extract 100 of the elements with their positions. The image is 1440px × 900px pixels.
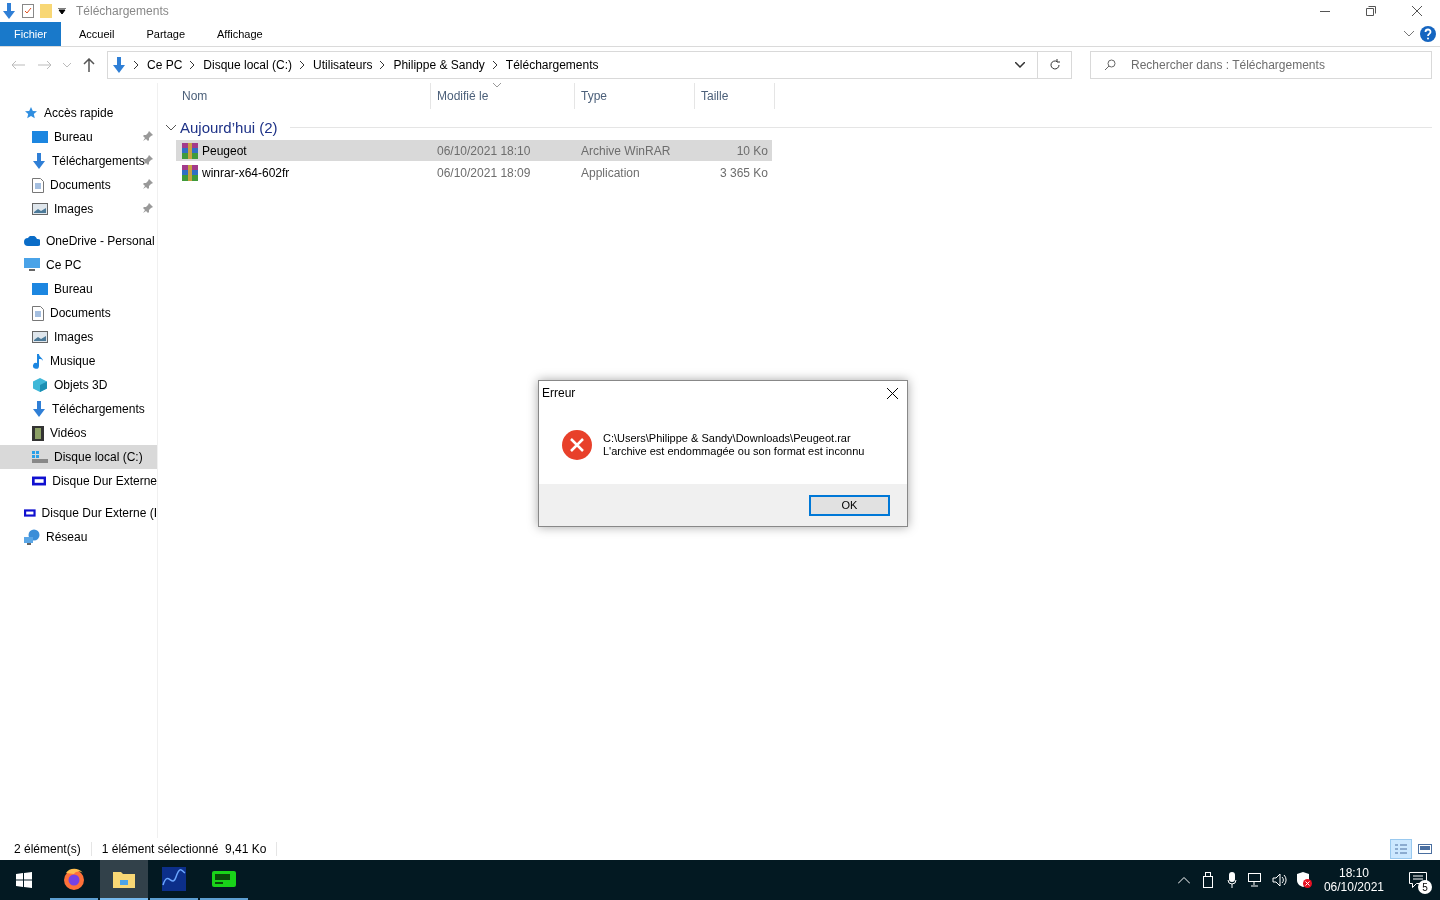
chevron-right-icon bbox=[380, 61, 386, 69]
window-title: Téléchargements bbox=[76, 4, 169, 18]
tree-item[interactable]: Bureau bbox=[0, 125, 157, 149]
back-arrow-icon bbox=[10, 60, 25, 70]
dialog-title: Erreur bbox=[542, 386, 576, 400]
tree-item-label: Accès rapide bbox=[44, 106, 114, 120]
chevron-up-icon bbox=[1177, 876, 1190, 884]
tree-item[interactable]: Accès rapide bbox=[0, 101, 157, 125]
shield-warning-icon bbox=[1295, 872, 1312, 888]
tree-item-label: Disque local (C:) bbox=[54, 450, 143, 464]
fox-globe-icon bbox=[62, 867, 86, 891]
tree-item[interactable]: Bureau bbox=[0, 277, 157, 301]
tree-item[interactable]: OneDrive - Personal bbox=[0, 229, 157, 253]
ribbon-tab[interactable]: Partage bbox=[132, 22, 199, 46]
tree-item-label: Disque Dur Externe bbox=[52, 474, 157, 488]
sort-caret-icon bbox=[493, 83, 501, 88]
tree-item-label: Bureau bbox=[54, 130, 93, 144]
tree-item[interactable]: Disque Dur Externe bbox=[0, 469, 157, 493]
tiles-icon bbox=[1418, 844, 1432, 854]
tree-item[interactable]: Téléchargements bbox=[0, 397, 157, 421]
column-header[interactable]: Taille bbox=[695, 83, 775, 109]
address-bar[interactable]: Ce PC Disque local (C:) Utilisateurs Philippe & Sandy Téléchargements bbox=[107, 51, 1072, 79]
tree-item[interactable]: Musique bbox=[0, 349, 157, 373]
download-arrow-icon bbox=[32, 401, 46, 417]
music-note-icon bbox=[32, 353, 44, 369]
tree-item[interactable]: Objets 3D bbox=[0, 373, 157, 397]
breadcrumb-item[interactable]: Philippe & Sandy bbox=[393, 58, 485, 72]
tree-item[interactable]: Documents bbox=[0, 173, 157, 197]
tree-item-label: Disque Dur Externe (I bbox=[41, 506, 157, 520]
taskbar-app-button[interactable] bbox=[100, 860, 148, 900]
breadcrumb-item[interactable]: Utilisateurs bbox=[313, 58, 373, 72]
tree-item-label: Documents bbox=[50, 306, 111, 320]
tree-item[interactable]: Réseau bbox=[0, 525, 157, 549]
tree-item[interactable]: Téléchargements bbox=[0, 149, 157, 173]
tree-item-label: Images bbox=[54, 330, 94, 344]
desktop-icon bbox=[32, 130, 48, 144]
clock[interactable]: 18:10 06/10/2021 bbox=[1323, 866, 1384, 894]
error-message: L'archive est endommagée ou son format est inconnu bbox=[603, 444, 865, 458]
archive-icon bbox=[182, 142, 198, 159]
folder-icon bbox=[113, 870, 135, 888]
tree-item[interactable]: Ce PC bbox=[0, 253, 157, 277]
column-header[interactable]: Nom bbox=[176, 83, 431, 109]
tree-item[interactable]: Images bbox=[0, 325, 157, 349]
chevron-right-icon bbox=[134, 61, 139, 69]
tree-item-label: Téléchargements bbox=[52, 402, 145, 416]
tree-item-label: Ce PC bbox=[46, 258, 82, 272]
breadcrumb-item[interactable]: Disque local (C:) bbox=[203, 58, 293, 72]
archive-icon bbox=[182, 164, 198, 181]
drive-icon bbox=[32, 451, 48, 463]
checklist-icon bbox=[22, 4, 34, 18]
search-icon bbox=[1104, 59, 1116, 71]
close-icon bbox=[1412, 6, 1422, 16]
tree-item-label: Musique bbox=[50, 354, 96, 368]
microphone-icon bbox=[1226, 872, 1237, 888]
details-list-icon bbox=[1394, 843, 1408, 855]
selection-info: 1 élément sélectionné 9,41 Ko bbox=[101, 842, 278, 856]
chevron-right-icon bbox=[492, 61, 498, 69]
network-icon bbox=[1247, 873, 1264, 887]
size-cell-text: 3 365 Ko bbox=[718, 165, 769, 180]
ribbon-tab[interactable]: Affichage bbox=[203, 22, 277, 46]
tree-item[interactable]: Disque Dur Externe (I bbox=[0, 501, 157, 525]
chevron-right-icon bbox=[300, 61, 306, 69]
tree-item[interactable]: Vidéos bbox=[0, 421, 157, 445]
tree-item-label: Objets 3D bbox=[54, 378, 108, 392]
meter-app-icon bbox=[212, 871, 236, 887]
breadcrumb-item[interactable]: Ce PC bbox=[147, 58, 183, 72]
column-header[interactable]: Modifié le bbox=[431, 83, 575, 109]
ribbon-tab[interactable]: Fichier bbox=[0, 22, 61, 46]
forward-arrow-icon bbox=[37, 60, 52, 70]
chevron-down-icon bbox=[1015, 62, 1025, 68]
tree-item-label: Téléchargements bbox=[52, 154, 145, 168]
cloud-icon bbox=[24, 236, 40, 246]
image-icon bbox=[32, 331, 48, 343]
tree-item[interactable]: Documents bbox=[0, 301, 157, 325]
tree-item[interactable]: Disque local (C:) bbox=[0, 445, 157, 469]
type-cell-text: Application bbox=[580, 165, 641, 180]
desktop-icon bbox=[32, 282, 48, 296]
ok-button[interactable]: OK bbox=[809, 494, 890, 516]
notifications-button[interactable]: 5 bbox=[1400, 860, 1436, 900]
breadcrumb-item[interactable]: Téléchargements bbox=[505, 58, 599, 72]
star-icon bbox=[24, 106, 38, 120]
file-name: winrar-x64-602fr bbox=[202, 165, 290, 180]
file-row[interactable]: Peugeot 06/10/2021 18:10 Archive WinRAR 10 Ko bbox=[176, 140, 772, 161]
search-field[interactable]: Rechercher dans : Téléchargements bbox=[1090, 51, 1432, 79]
refresh-icon bbox=[1048, 59, 1061, 71]
download-arrow-icon bbox=[32, 153, 46, 169]
tree-item-label: Documents bbox=[50, 178, 111, 192]
external-drive-icon bbox=[24, 508, 36, 518]
cube-icon bbox=[32, 377, 48, 393]
column-header[interactable]: Type bbox=[575, 83, 695, 109]
tree-item[interactable]: Images bbox=[0, 197, 157, 221]
folder-icon bbox=[40, 4, 52, 18]
restore-icon bbox=[1366, 6, 1376, 16]
item-count: 2 élément(s) bbox=[14, 842, 92, 856]
file-row[interactable]: winrar-x64-602fr 06/10/2021 18:09 Application 3 365 Ko bbox=[176, 162, 772, 183]
ribbon-tab[interactable]: Accueil bbox=[65, 22, 129, 46]
film-icon bbox=[32, 425, 44, 441]
chevron-down-icon bbox=[1404, 31, 1414, 37]
dropdown-caret-icon bbox=[58, 8, 66, 14]
group-header[interactable]: Aujourd’hui (2) bbox=[180, 118, 278, 136]
